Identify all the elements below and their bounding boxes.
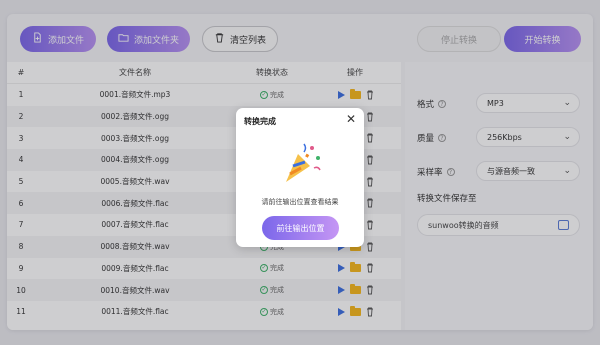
conversion-complete-dialog: 转换完成 ✕ 请前往输出位置查看结果 前往输出位置 [236,108,364,247]
go-to-output-button[interactable]: 前往输出位置 [262,216,339,240]
dialog-title: 转换完成 [244,117,276,126]
dialog-message: 请前往输出位置查看结果 [261,198,339,206]
go-to-output-label: 前往输出位置 [276,223,325,233]
party-popper-icon [276,138,326,188]
close-icon[interactable]: ✕ [346,112,356,126]
